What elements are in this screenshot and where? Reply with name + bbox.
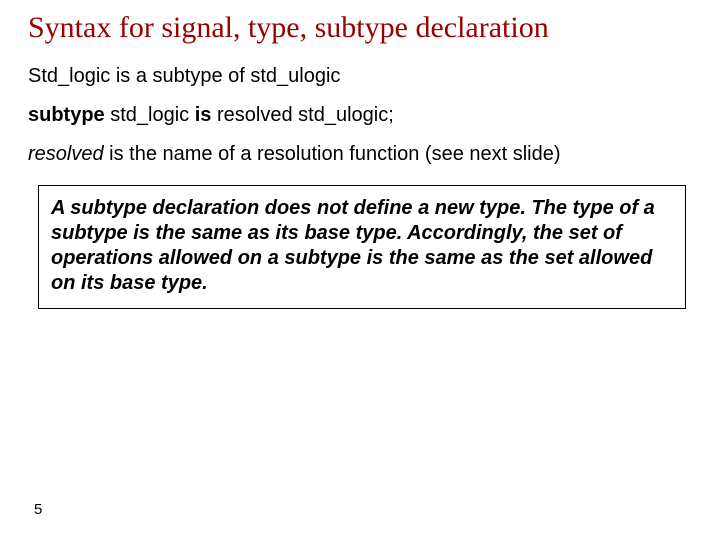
slide-title: Syntax for signal, type, subtype declara… bbox=[28, 10, 692, 46]
keyword-is: is bbox=[195, 104, 212, 126]
note-box: A subtype declaration does not define a … bbox=[38, 185, 686, 309]
resolved-line: resolved is the name of a resolution fun… bbox=[28, 142, 692, 167]
keyword-subtype: subtype bbox=[28, 104, 105, 126]
code-name: std_logic bbox=[105, 104, 195, 126]
intro-line: Std_logic is a subtype of std_ulogic bbox=[28, 64, 692, 89]
subtype-code-line: subtype std_logic is resolved std_ulogic… bbox=[28, 103, 692, 128]
page-number: 5 bbox=[34, 501, 42, 518]
slide: Syntax for signal, type, subtype declara… bbox=[0, 0, 720, 540]
note-text: A subtype declaration does not define a … bbox=[51, 196, 673, 296]
resolved-rest: is the name of a resolution function (se… bbox=[104, 143, 561, 165]
code-rest: resolved std_ulogic; bbox=[211, 104, 393, 126]
resolved-word: resolved bbox=[28, 143, 104, 165]
